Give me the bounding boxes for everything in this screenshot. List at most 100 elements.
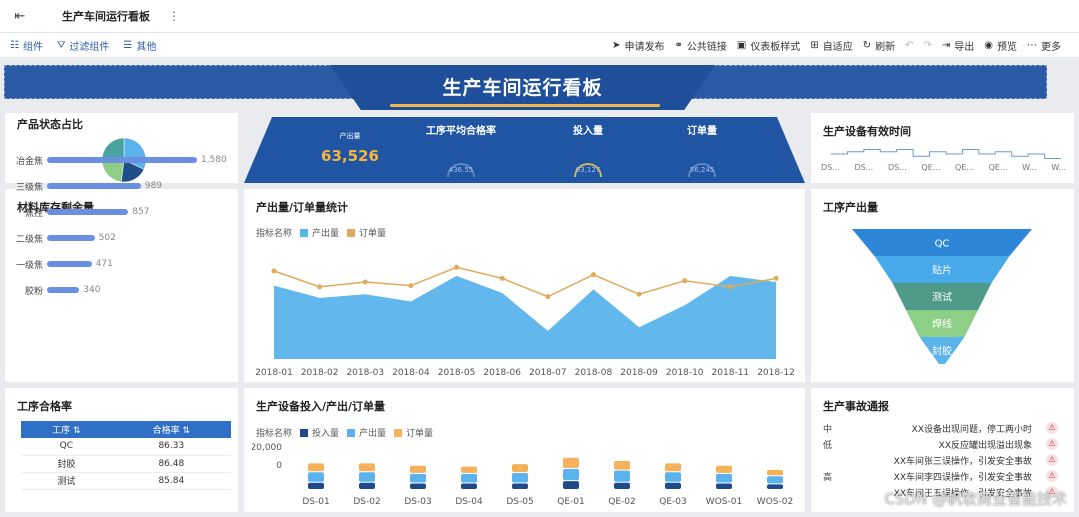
legend-swatch (347, 228, 356, 237)
bar (665, 482, 681, 489)
components-button[interactable]: ☷ 组件 (10, 38, 43, 53)
accident-text: XX车间李四误操作，引发安全事故 (893, 472, 1032, 483)
x-tick-label: 2018-12 (757, 368, 795, 378)
kpi-output: 产出量 63,526 (320, 131, 380, 165)
refresh-button[interactable]: ↻ 刷新 (863, 38, 895, 53)
inventory-bar (47, 235, 95, 241)
kpi-orders-label: 订单量 (687, 126, 717, 137)
x-tick-label: WOS-02 (757, 497, 793, 507)
process-output-funnel: QC 贴片测试焊线封胶 (852, 229, 1032, 364)
dashboard-name: 生产车间运行看板 (62, 10, 150, 23)
alarm-icon: ⚠ (1046, 454, 1058, 466)
bar (563, 457, 579, 469)
accident-text: XX反应罐出现溢出现象 (938, 440, 1032, 451)
output-orders-chart: 2018-01 2018-02 2018-03 2018-04 2018-05 2018-… (255, 264, 795, 378)
export-button[interactable]: ⇥ 导出 (942, 38, 974, 53)
publish-button[interactable]: ➤ 申请发布 (612, 38, 664, 53)
panel-title: 生产设备投入/产出/订单量 (256, 400, 386, 413)
pass-rate-gauge: 436.55 (447, 163, 475, 178)
adaptive-button[interactable]: ⊞ 自适应 (810, 38, 852, 53)
legend-name: 指标名称 (256, 229, 293, 239)
tick-label: QE... (988, 163, 1008, 172)
other-icon: ☰ (123, 39, 133, 51)
orders-point (545, 294, 551, 300)
inventory-bar (47, 261, 92, 267)
quality-panel[interactable]: 工序合格率 工序 ⇅ 合格率 ⇅ QC 86.33 封胶 86.48 测试 85.84 (5, 388, 238, 512)
orders-point (727, 284, 733, 290)
redo-button[interactable]: ↷ (923, 40, 931, 51)
kpi-input: 投入量 (550, 122, 626, 137)
orders-gauge: 56,245 (688, 163, 716, 178)
equip-time-panel[interactable]: 生产设备有效时间 DS... DS... DS... QE... QE... QE... W… (811, 113, 1074, 183)
product-status-panel[interactable]: 产品状态占比 (5, 113, 238, 183)
banner-title: 生产车间运行看板 (442, 77, 603, 99)
bar (665, 472, 681, 482)
accident-text: XX车间张三误操作，引发安全事故 (893, 456, 1032, 467)
alarm-icon: ⚠ (1046, 422, 1058, 434)
bar (716, 473, 732, 483)
process-output-panel[interactable]: 工序产出量 QC 贴片 测试 焊线 封胶 (811, 189, 1074, 382)
banner-glow-line (390, 104, 660, 107)
value-label: 471 (95, 259, 113, 269)
dashboard-style-button[interactable]: ▣ 仪表板样式 (737, 38, 800, 53)
tick-label: DS... (887, 163, 907, 172)
value-label: 340 (83, 285, 101, 295)
inventory-panel[interactable]: 材料库存剩余量 冶金焦 1,580 三级焦 989 焦控 857 二级焦 502 一级焦 471 胶… (5, 155, 238, 382)
value-label: 502 (98, 233, 116, 243)
funnel-label: 测试 (932, 291, 952, 304)
tick-label: QE... (921, 163, 941, 172)
sort-icon[interactable]: ⇅ (182, 426, 190, 436)
column-header-process[interactable]: 工序 ⇅ (21, 421, 112, 438)
dashboard-canvas: 生产车间运行看板 产品状态占比 产出量 63,526 工序平均合格率 投入量 订… (0, 59, 1079, 517)
funnel-label: 贴片 (932, 264, 952, 277)
inventory-bar (47, 157, 197, 163)
x-tick-label: WOS-01 (706, 497, 742, 507)
inventory-row: 焦控 857 (5, 205, 150, 219)
other-button[interactable]: ☰ 其他 (123, 38, 156, 53)
step-series-line (831, 149, 1061, 159)
x-tick-label: DS-03 (404, 497, 431, 507)
bar (359, 463, 375, 472)
column-header-rate[interactable]: 合格率 ⇅ (111, 421, 231, 438)
list-item: 中 XX设备出现问题，停工两小时 ⚠ (823, 420, 1058, 436)
equip-chart-panel[interactable]: 生产设备投入/产出/订单量 指标名称 投入量 产出量 订单量 20,000 0 DS… (244, 388, 805, 512)
bar (308, 482, 324, 489)
list-item: 高 XX车间李四误操作，引发安全事故 ⚠ (823, 468, 1058, 484)
filter-components-button[interactable]: ⛛ 过滤组件 (57, 38, 109, 53)
bar (563, 481, 579, 489)
category-label: 胶粉 (24, 286, 43, 297)
kpi-pass-rate: 工序平均合格率 (412, 122, 510, 137)
sort-icon[interactable]: ⇅ (73, 426, 81, 436)
output-area (274, 275, 776, 359)
undo-button[interactable]: ↶ (905, 40, 913, 51)
preview-button[interactable]: ◉ 预览 (984, 38, 1017, 53)
top-bar: ⇤ 生产车间运行看板 ⋮ (0, 0, 1079, 33)
funnel-label: 封胶 (932, 345, 952, 358)
back-icon[interactable]: ⇤ (0, 9, 40, 24)
category-label: 一级焦 (15, 260, 43, 271)
send-icon: ➤ (612, 39, 621, 51)
gauge-value: 56,245 (690, 166, 715, 174)
bar (716, 465, 732, 473)
public-link-button[interactable]: ⚭ 公共链接 (674, 38, 726, 53)
inventory-row: 冶金焦 1,580 (5, 153, 227, 167)
inventory-row: 胶粉 340 (5, 283, 100, 297)
accident-text: XX设备出现问题，停工两小时 (911, 424, 1032, 435)
category-label: 冶金焦 (15, 156, 43, 167)
more-button[interactable]: ⋯ 更多 (1027, 38, 1061, 53)
output-orders-panel[interactable]: 产出量/订单量统计 指标名称 产出量 订单量 2018-01 2018-02 201… (244, 189, 805, 382)
legend-name: 指标名称 (256, 429, 293, 439)
x-tick-label: QE-03 (659, 497, 686, 507)
orders-point (317, 284, 323, 290)
kpi-output-value: 63,526 (321, 147, 379, 165)
x-tick-label: DS-04 (455, 497, 483, 507)
legend-item: 产出量 (359, 429, 387, 439)
bar (410, 483, 426, 489)
bar (665, 463, 681, 472)
more-options-icon[interactable]: ⋮ (168, 9, 180, 23)
x-tick-label: DS-05 (506, 497, 533, 507)
bar (461, 473, 477, 483)
x-tick-label: 2018-03 (346, 368, 384, 378)
table-row: 封胶 86.48 (21, 455, 231, 473)
inventory-bar (47, 287, 80, 293)
